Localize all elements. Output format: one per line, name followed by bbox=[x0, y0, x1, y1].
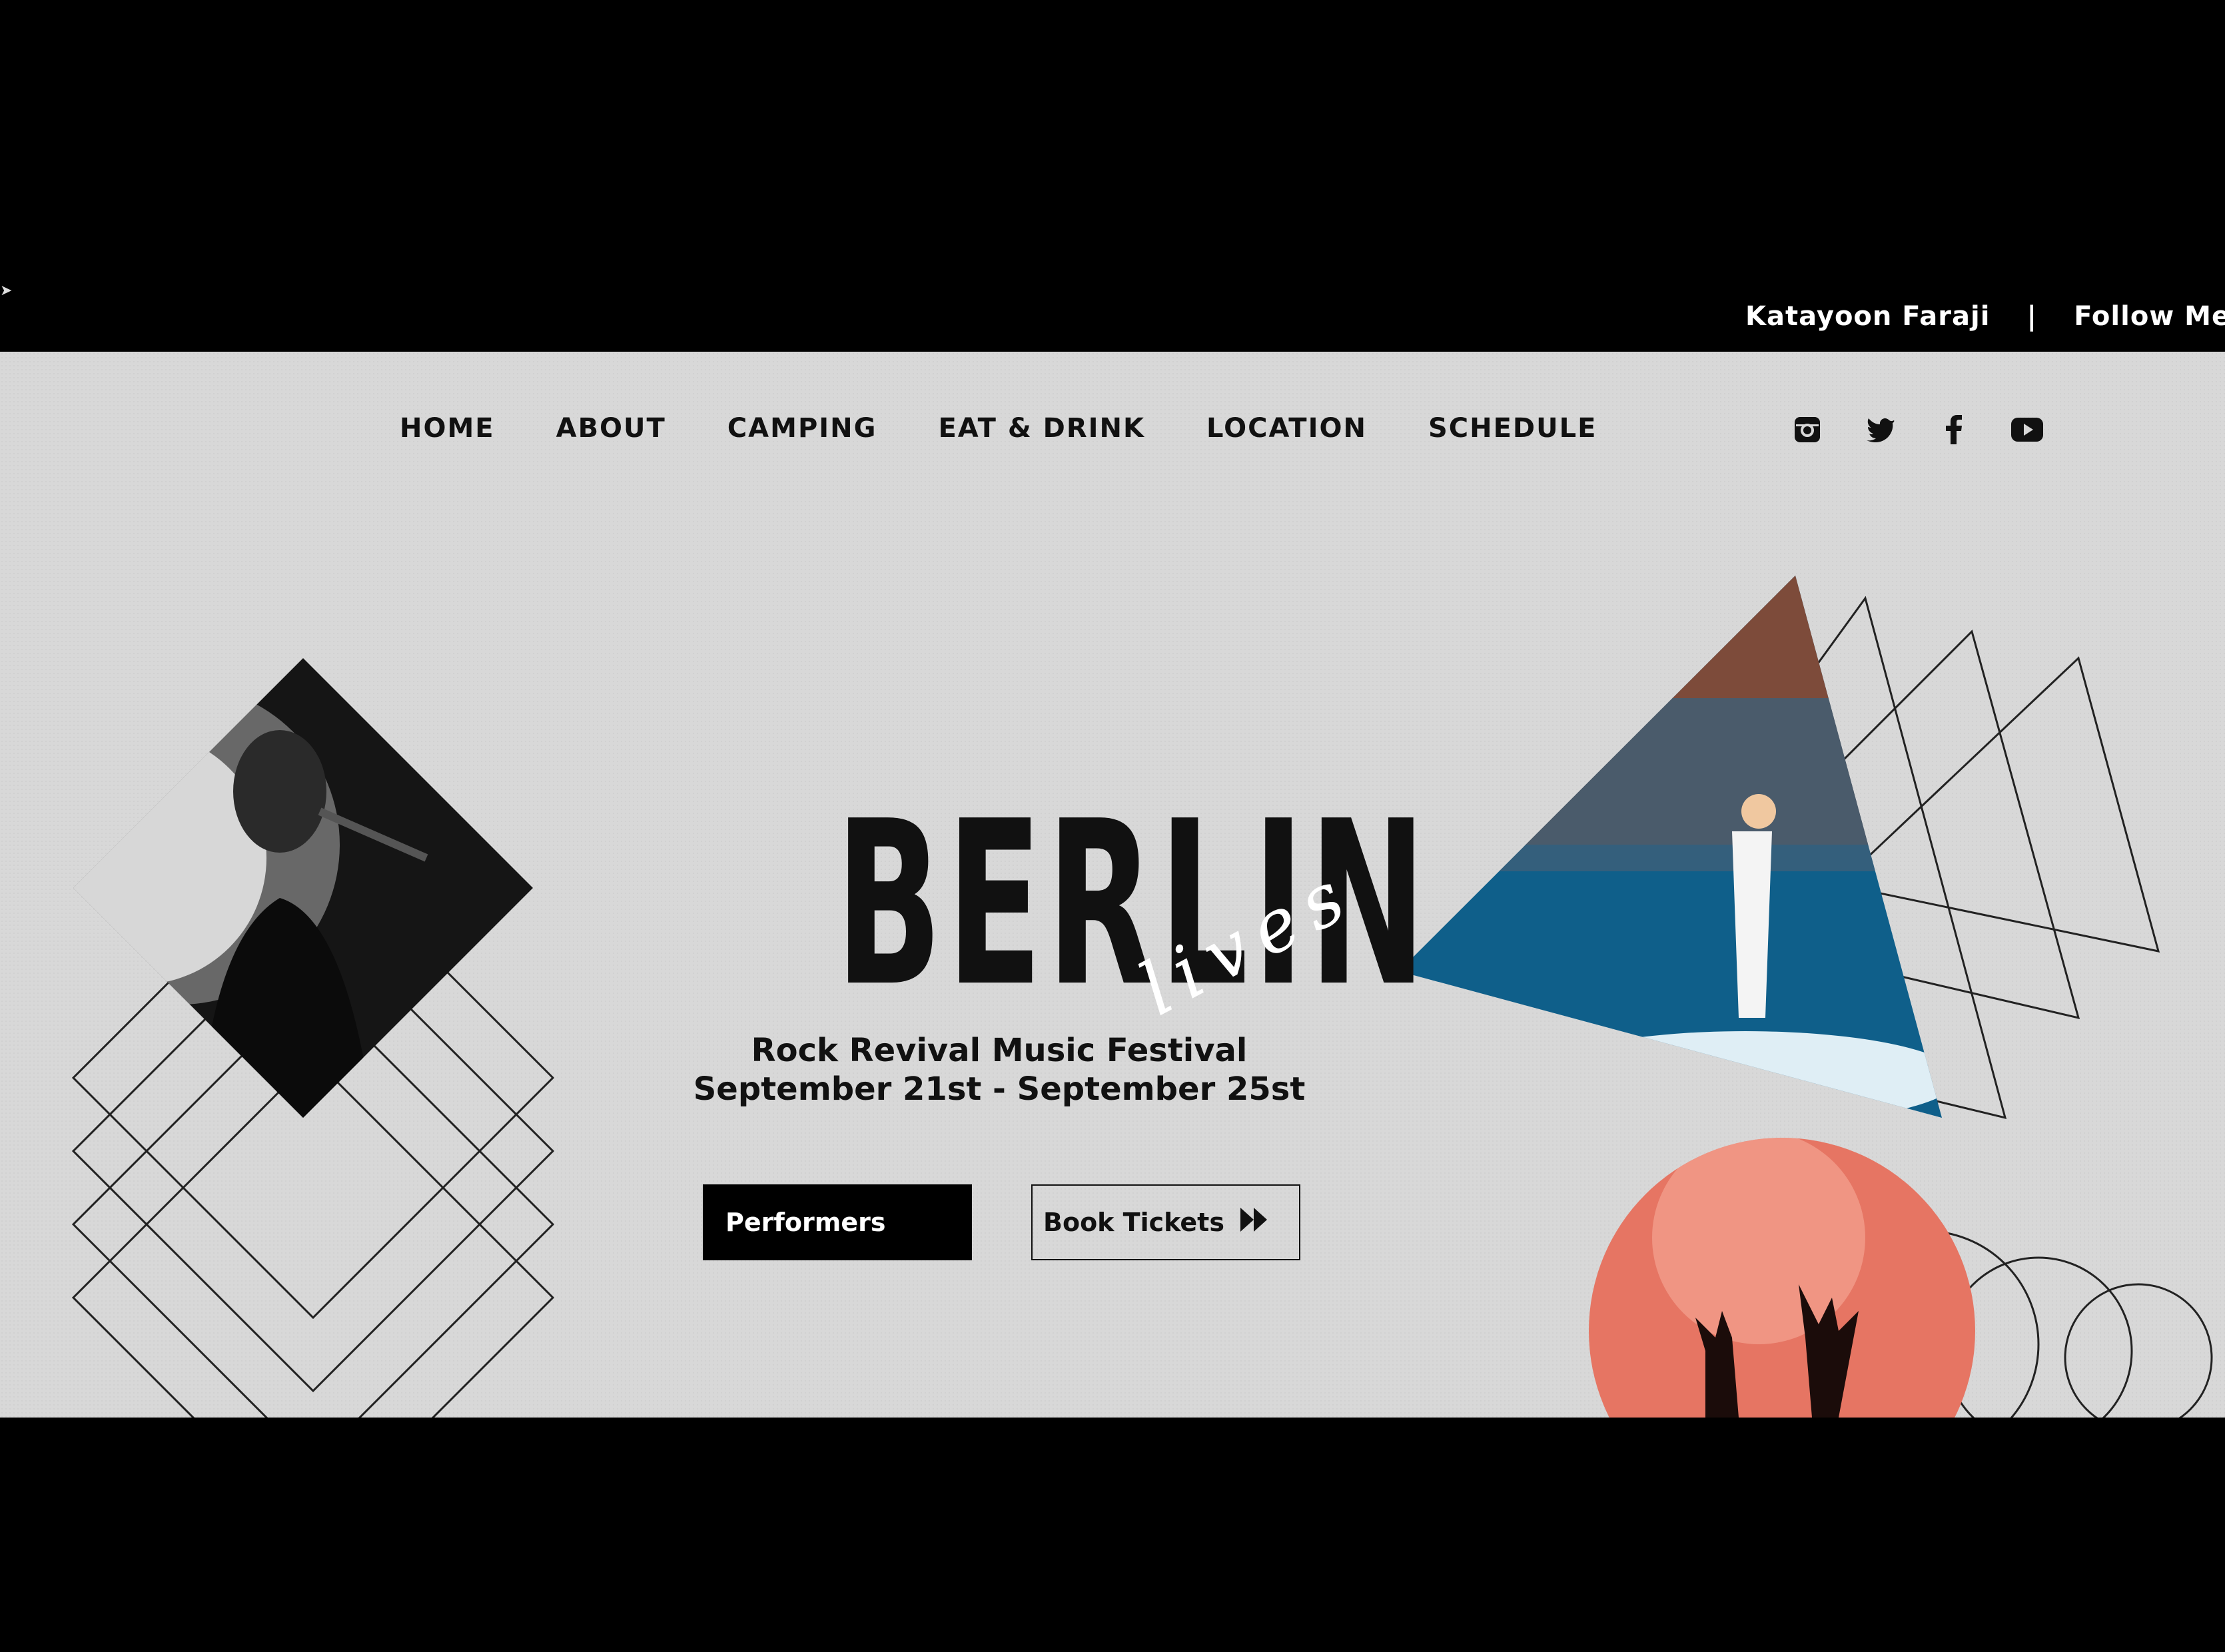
nav-eat-drink[interactable]: EAT & DRINK bbox=[938, 413, 1145, 444]
main-nav: HOME ABOUT CAMPING EAT & DRINK LOCATION … bbox=[400, 413, 1597, 444]
nav-location[interactable]: LOCATION bbox=[1206, 413, 1367, 444]
credit-ticker: Katayoon Faraji | Follow Me bbox=[1745, 301, 2225, 341]
facebook-icon[interactable] bbox=[1937, 413, 1971, 446]
top-black-bar: ➤ Katayoon Faraji | Follow Me bbox=[0, 0, 2225, 352]
book-tickets-label: Book Tickets bbox=[1043, 1208, 1224, 1237]
festival-name: Rock Revival Music Festival bbox=[751, 1032, 1248, 1069]
nav-camping[interactable]: CAMPING bbox=[727, 413, 877, 444]
crowd-photo bbox=[1589, 1138, 1975, 1418]
follow-me-link[interactable]: Follow Me bbox=[2074, 301, 2225, 332]
fast-forward-icon bbox=[1239, 1206, 1268, 1239]
book-tickets-button[interactable]: Book Tickets bbox=[1031, 1184, 1300, 1260]
nav-about[interactable]: ABOUT bbox=[556, 413, 666, 444]
nav-home[interactable]: HOME bbox=[400, 413, 495, 444]
author-name: Katayoon Faraji bbox=[1745, 301, 1991, 332]
instagram-icon[interactable] bbox=[1791, 413, 1824, 446]
twitter-icon[interactable] bbox=[1864, 413, 1897, 446]
bottom-black-bar bbox=[0, 1418, 2225, 1652]
hero-subtitle: Rock Revival Music Festival September 21… bbox=[666, 1031, 1332, 1108]
youtube-icon[interactable] bbox=[2010, 413, 2044, 446]
cursor-icon: ➤ bbox=[0, 282, 13, 299]
credit-separator: | bbox=[2026, 301, 2038, 332]
festival-dates: September 21st - September 25st bbox=[693, 1070, 1306, 1108]
nav-schedule[interactable]: SCHEDULE bbox=[1428, 413, 1597, 444]
performers-button[interactable]: Performers bbox=[703, 1184, 972, 1260]
social-links bbox=[1791, 413, 2044, 446]
concert-photo bbox=[1399, 576, 1942, 1118]
hero-section: HOME ABOUT CAMPING EAT & DRINK LOCATION … bbox=[0, 352, 2225, 1418]
hero-title-block: BERLIN lives bbox=[653, 791, 1426, 1032]
